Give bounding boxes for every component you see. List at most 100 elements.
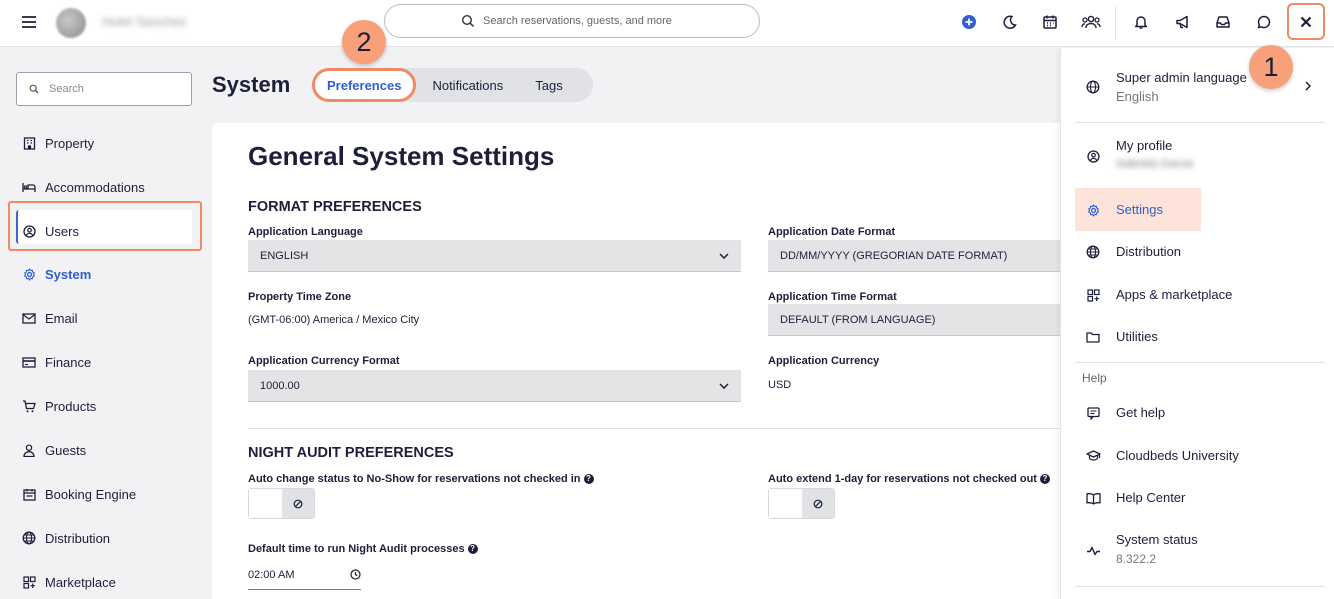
notifications-bell-icon[interactable] bbox=[1130, 11, 1152, 33]
sidebar-item-distribution[interactable]: Distribution bbox=[22, 526, 110, 550]
night-time-input[interactable]: 02:00 AM bbox=[248, 560, 361, 590]
language-value: English bbox=[1116, 89, 1159, 104]
sidebar-item-property[interactable]: Property bbox=[22, 131, 94, 155]
dark-mode-moon-icon[interactable] bbox=[999, 11, 1021, 33]
user-circle-icon bbox=[1085, 148, 1101, 164]
menu-item-distribution[interactable]: Distribution bbox=[1061, 242, 1334, 262]
clock-icon[interactable] bbox=[350, 569, 361, 580]
tab-bar: Preferences Notifications Tags bbox=[312, 68, 593, 102]
menu-item-system-status[interactable]: System status 8.322.2 bbox=[1061, 531, 1334, 571]
sidebar-item-booking-engine[interactable]: Booking Engine bbox=[22, 482, 136, 506]
time-format-select[interactable]: DEFAULT (FROM LANGUAGE) bbox=[768, 304, 1062, 336]
night-time-label-text: Default time to run Night Audit processe… bbox=[248, 543, 465, 555]
distribution-label: Distribution bbox=[1116, 244, 1182, 259]
inbox-icon[interactable] bbox=[1212, 11, 1234, 33]
disabled-icon bbox=[293, 499, 303, 509]
sidebar-item-label: Property bbox=[45, 135, 95, 151]
tab-notifications[interactable]: Notifications bbox=[416, 68, 519, 102]
sidebar-item-users[interactable]: Users bbox=[22, 219, 79, 243]
globe-icon bbox=[1085, 244, 1101, 260]
timezone-value: (GMT-06:00) America / Mexico City bbox=[248, 314, 420, 326]
announcements-megaphone-icon[interactable] bbox=[1172, 11, 1194, 33]
global-search[interactable] bbox=[384, 4, 760, 38]
menu-item-cloudbeds-university[interactable]: Cloudbeds University bbox=[1061, 446, 1334, 466]
sidebar-item-accommodations[interactable]: Accommodations bbox=[22, 175, 145, 199]
sidebar-item-label: Distribution bbox=[45, 530, 111, 546]
hamburger-menu-icon[interactable] bbox=[20, 13, 38, 31]
night-audit-heading: NIGHT AUDIT PREFERENCES bbox=[248, 445, 454, 461]
users-group-icon[interactable] bbox=[1080, 11, 1102, 33]
noshow-label: Auto change status to No-Show for reserv… bbox=[248, 473, 594, 485]
search-icon bbox=[461, 14, 475, 28]
close-menu-button[interactable] bbox=[1287, 3, 1325, 40]
get-help-label: Get help bbox=[1116, 405, 1166, 420]
card-icon bbox=[22, 355, 36, 369]
profile-name: Gabriela Garcia bbox=[1116, 158, 1194, 170]
page-title: System bbox=[212, 72, 291, 97]
sidebar-item-label: Marketplace bbox=[45, 574, 116, 590]
currency-value: USD bbox=[768, 379, 792, 391]
menu-item-utilities[interactable]: Utilities bbox=[1061, 327, 1334, 347]
sidebar-item-guests[interactable]: Guests bbox=[22, 438, 86, 462]
tab-tags[interactable]: Tags bbox=[519, 68, 578, 102]
settings-label: Settings bbox=[1116, 202, 1163, 217]
sidebar-item-label: Users bbox=[45, 223, 79, 239]
add-new-icon[interactable] bbox=[958, 11, 980, 33]
menu-separator bbox=[1075, 362, 1325, 363]
night-time-label: Default time to run Night Audit processe… bbox=[248, 543, 478, 555]
activity-pulse-icon bbox=[1085, 543, 1101, 559]
chevron-down-icon bbox=[719, 252, 729, 259]
chat-bubble-icon[interactable] bbox=[1253, 11, 1275, 33]
app-language-select[interactable]: ENGLISH bbox=[248, 240, 741, 272]
help-icon[interactable]: ? bbox=[583, 474, 594, 485]
globe-icon bbox=[1085, 79, 1101, 95]
help-icon[interactable]: ? bbox=[467, 544, 478, 555]
help-icon[interactable]: ? bbox=[1039, 474, 1050, 485]
sidebar-item-system[interactable]: System bbox=[22, 262, 91, 286]
settings-heading: General System Settings bbox=[248, 141, 555, 171]
section-divider bbox=[248, 428, 1062, 429]
sidebar-item-email[interactable]: Email bbox=[22, 306, 78, 330]
gear-icon bbox=[1085, 202, 1101, 218]
menu-separator bbox=[1075, 586, 1325, 587]
language-label: Super admin language bbox=[1116, 70, 1247, 85]
gear-icon bbox=[22, 267, 36, 281]
globe-icon bbox=[22, 531, 36, 545]
menu-item-my-profile[interactable]: My profile Gabriela Garcia bbox=[1061, 138, 1334, 174]
hotel-logo[interactable] bbox=[56, 8, 86, 38]
tab-preferences[interactable]: Preferences bbox=[312, 68, 417, 102]
app-language-value: ENGLISH bbox=[260, 249, 309, 262]
menu-item-language[interactable]: Super admin language English bbox=[1061, 70, 1334, 104]
timezone-label: Property Time Zone bbox=[248, 291, 352, 303]
noshow-toggle[interactable] bbox=[248, 488, 315, 519]
sidebar-item-marketplace[interactable]: Marketplace bbox=[22, 570, 116, 594]
sidebar-item-label: System bbox=[45, 266, 92, 282]
date-format-label: Application Date Format bbox=[768, 226, 896, 238]
step-badge-2: 2 bbox=[342, 20, 386, 64]
hotel-name[interactable]: Hotel Sanchez bbox=[102, 14, 187, 29]
utilities-label: Utilities bbox=[1116, 329, 1158, 344]
system-status-label: System status bbox=[1116, 532, 1198, 547]
bed-icon bbox=[22, 180, 36, 194]
currency-format-label: Application Currency Format bbox=[248, 355, 400, 367]
mail-icon bbox=[22, 311, 36, 325]
sidebar-item-products[interactable]: Products bbox=[22, 394, 96, 418]
sidebar-search[interactable] bbox=[16, 72, 192, 106]
grid-icon bbox=[1085, 287, 1101, 303]
calendar-book-icon bbox=[22, 487, 36, 501]
menu-item-get-help[interactable]: Get help bbox=[1061, 403, 1334, 423]
menu-item-help-center[interactable]: Help Center bbox=[1061, 488, 1334, 508]
sidebar-item-finance[interactable]: Finance bbox=[22, 350, 91, 374]
global-search-input[interactable] bbox=[483, 15, 683, 27]
calendar-icon[interactable] bbox=[1039, 11, 1061, 33]
time-format-value: DEFAULT (FROM LANGUAGE) bbox=[780, 313, 936, 326]
date-format-select[interactable]: DD/MM/YYYY (GREGORIAN DATE FORMAT) bbox=[768, 240, 1062, 272]
sidebar-item-label: Accommodations bbox=[45, 179, 145, 195]
sidebar-search-input[interactable] bbox=[49, 83, 179, 95]
menu-item-apps-marketplace[interactable]: Apps & marketplace bbox=[1061, 285, 1334, 305]
currency-format-select[interactable]: 1000.00 bbox=[248, 370, 741, 402]
menu-item-settings[interactable]: Settings bbox=[1061, 200, 1334, 220]
extend-label-text: Auto extend 1-day for reservations not c… bbox=[768, 473, 1037, 485]
help-chat-icon bbox=[1085, 405, 1101, 421]
extend-toggle[interactable] bbox=[768, 488, 835, 519]
